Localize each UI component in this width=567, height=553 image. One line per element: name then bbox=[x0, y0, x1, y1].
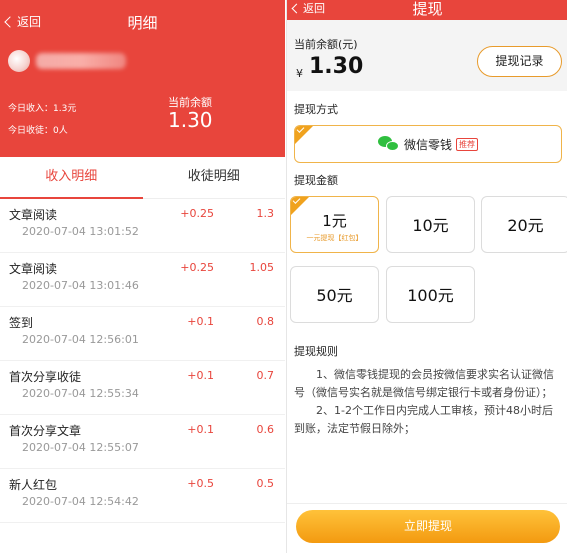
balance-label: 当前余额(元) bbox=[294, 38, 358, 51]
amount-label: 提现金额 bbox=[294, 174, 338, 187]
balance-value: 1.30 bbox=[309, 54, 364, 79]
detail-tabs: 收入明细 收徒明细 bbox=[0, 157, 285, 199]
detail-header: 返回 明细 今日收入：1.3元 今日收徒：0人 当前余额 1.30 bbox=[0, 0, 285, 157]
record-time: 2020-07-04 13:01:46 bbox=[22, 279, 139, 292]
amount-option-1[interactable]: 1元 一元提现【红包】 bbox=[290, 196, 379, 253]
currency-symbol: ¥ bbox=[296, 67, 303, 80]
amount-option-20[interactable]: 20元 bbox=[481, 196, 567, 253]
today-income: 今日收入：1.3元 bbox=[8, 104, 77, 114]
page-title: 明细 bbox=[127, 14, 158, 32]
method-name: 微信零钱 bbox=[403, 137, 452, 152]
list-item[interactable]: 新人红包 2020-07-04 12:54:42 +0.5 0.5 bbox=[0, 469, 285, 523]
record-delta: +0.25 bbox=[180, 261, 214, 274]
record-delta: +0.25 bbox=[180, 207, 214, 220]
list-item[interactable]: 文章阅读 2020-07-04 13:01:46 +0.25 1.05 bbox=[0, 253, 285, 307]
amount-value: 1元 bbox=[322, 212, 347, 230]
blurred-username bbox=[36, 53, 126, 69]
record-time: 2020-07-04 12:56:01 bbox=[22, 333, 139, 346]
user-info bbox=[8, 50, 126, 72]
list-item[interactable]: 首次分享文章 2020-07-04 12:55:07 +0.1 0.6 bbox=[0, 415, 285, 469]
page-title: 提现 bbox=[412, 0, 443, 18]
record-total: 0.6 bbox=[256, 423, 275, 436]
record-name: 签到 bbox=[9, 316, 34, 330]
amount-option-100[interactable]: 100元 bbox=[386, 266, 475, 323]
amount-subtitle: 一元提现【红包】 bbox=[306, 234, 363, 242]
list-item[interactable]: 签到 2020-07-04 12:56:01 +0.1 0.8 bbox=[0, 307, 285, 361]
record-name: 首次分享收徒 bbox=[9, 370, 82, 384]
wechat-method-option[interactable]: 微信零钱 推荐 bbox=[294, 125, 562, 163]
balance-value: 1.30 bbox=[168, 108, 213, 132]
record-total: 1.3 bbox=[256, 207, 275, 220]
record-time: 2020-07-04 12:55:07 bbox=[22, 441, 139, 454]
record-name: 文章阅读 bbox=[9, 262, 58, 276]
rule-item: 2、1-2个工作日内完成人工审核，预计48小时后到账，法定节假日除外； bbox=[294, 404, 553, 435]
rules-text: 1、微信零钱提现的会员按微信要求实名认证微信号（微信号实名就是微信号绑定银行卡或… bbox=[294, 366, 562, 438]
record-time: 2020-07-04 12:55:34 bbox=[22, 387, 139, 400]
balance-box: 当前余额(元) ¥ 1.30 提现记录 bbox=[287, 20, 567, 91]
record-delta: +0.1 bbox=[187, 423, 214, 436]
tab-recruit-detail[interactable]: 收徒明细 bbox=[143, 157, 286, 198]
amount-option-10[interactable]: 10元 bbox=[386, 196, 475, 253]
record-total: 0.8 bbox=[256, 315, 275, 328]
record-total: 1.05 bbox=[249, 261, 275, 274]
rules-title: 提现规则 bbox=[294, 345, 338, 358]
record-delta: +0.5 bbox=[187, 477, 214, 490]
withdraw-record-button[interactable]: 提现记录 bbox=[477, 46, 562, 77]
list-item[interactable]: 文章阅读 2020-07-04 13:01:52 +0.25 1.3 bbox=[0, 199, 285, 253]
record-name: 新人红包 bbox=[9, 478, 58, 492]
withdraw-screen: 返回 提现 当前余额(元) ¥ 1.30 提现记录 提现方式 微信零钱 推荐 提… bbox=[286, 0, 567, 553]
record-time: 2020-07-04 12:54:42 bbox=[22, 495, 139, 508]
recommend-badge: 推荐 bbox=[456, 137, 478, 151]
amount-option-50[interactable]: 50元 bbox=[290, 266, 379, 323]
list-item[interactable]: 首次分享收徒 2020-07-04 12:55:34 +0.1 0.7 bbox=[0, 361, 285, 415]
withdraw-header: 返回 提现 bbox=[287, 0, 567, 20]
method-content: 微信零钱 推荐 bbox=[295, 126, 561, 162]
rule-item: 1、微信零钱提现的会员按微信要求实名认证微信号（微信号实名就是微信号绑定银行卡或… bbox=[294, 368, 554, 399]
wechat-icon bbox=[377, 135, 400, 153]
amount-value: 10元 bbox=[412, 216, 449, 235]
income-record-list: 文章阅读 2020-07-04 13:01:52 +0.25 1.3 文章阅读 … bbox=[0, 199, 285, 523]
record-delta: +0.1 bbox=[187, 369, 214, 382]
amount-value: 20元 bbox=[507, 216, 544, 235]
record-delta: +0.1 bbox=[187, 315, 214, 328]
record-total: 0.5 bbox=[256, 477, 275, 490]
withdraw-now-button[interactable]: 立即提现 bbox=[296, 510, 560, 543]
amount-value: 50元 bbox=[316, 286, 353, 305]
record-total: 0.7 bbox=[256, 369, 275, 382]
avatar bbox=[8, 50, 30, 72]
bottom-bar: 立即提现 bbox=[287, 503, 567, 553]
record-name: 首次分享文章 bbox=[9, 424, 82, 438]
method-label: 提现方式 bbox=[294, 103, 338, 116]
tab-income-detail[interactable]: 收入明细 bbox=[0, 157, 143, 199]
record-time: 2020-07-04 13:01:52 bbox=[22, 225, 139, 238]
today-recruit: 今日收徒：0人 bbox=[8, 126, 68, 136]
income-detail-screen: 返回 明细 今日收入：1.3元 今日收徒：0人 当前余额 1.30 收入明细 收… bbox=[0, 0, 285, 553]
record-name: 文章阅读 bbox=[9, 208, 58, 222]
amount-value: 100元 bbox=[407, 286, 454, 305]
